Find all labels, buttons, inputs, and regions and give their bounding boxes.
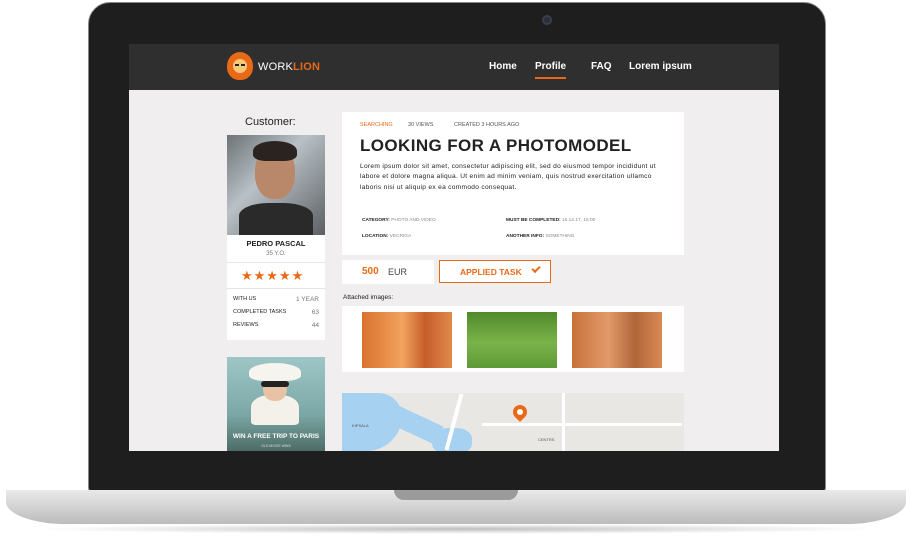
stat-label: COMPLETED TASKS (233, 309, 287, 315)
customer-heading: Customer: (245, 116, 296, 128)
category-value: PHOTO AND VIDEO (391, 218, 436, 223)
category-label: CATEGORY: (362, 218, 390, 223)
customer-profile-card: PEDRO PASCAL 35 Y.O. ★★★★★ WITH US 1 YEA… (227, 235, 325, 340)
stat-value: 1 YEAR (295, 296, 319, 303)
task-created: CREATED 3 HOURS AGO (454, 122, 520, 128)
info-value: SOMETHING (545, 234, 575, 239)
task-title: LOOKING FOR A PHOTOMODEL (360, 136, 632, 155)
stat-label: WITH US (233, 296, 257, 302)
task-location: LOCATION: VECRIGA (362, 234, 411, 239)
deadline-label: MUST BE COMPLETED: (506, 218, 561, 223)
price-amount: 500 (362, 266, 379, 277)
laptop-shadow (30, 524, 882, 534)
ad-subtitle: OLD MOVIE WINS (261, 444, 291, 448)
task-views: 30 VIEWS (408, 122, 434, 128)
info-label: ANOTHER INFO: (506, 234, 545, 239)
brand-accent: LION (293, 61, 321, 73)
map-pin-icon[interactable] (510, 402, 530, 422)
nav-lorem-ipsum[interactable]: Lorem ipsum (629, 61, 692, 72)
map-road (562, 393, 565, 451)
stat-completed-tasks: COMPLETED TASKS 63 (233, 309, 319, 316)
photo-shirt (239, 203, 313, 235)
applied-task-button[interactable]: APPLIED TASK (439, 260, 551, 283)
lion-eye (235, 64, 239, 66)
nav-profile[interactable]: Profile (535, 61, 567, 79)
attached-image-1[interactable] (362, 312, 452, 368)
attached-images-label: Attached images: (343, 294, 394, 301)
webcam-icon (542, 15, 552, 25)
map-label-west: KIPSALA (352, 423, 369, 428)
ad-sunglasses (261, 381, 289, 387)
brand-name[interactable]: WORKLION (258, 61, 320, 73)
stat-value: 63 (311, 309, 319, 316)
stat-reviews: REVIEWS 44 (233, 322, 319, 329)
task-card: SEARCHING 30 VIEWS CREATED 3 HOURS AGO L… (342, 112, 684, 255)
top-navbar: WORKLION Home Profile FAQ Lorem ipsum (129, 44, 779, 90)
location-map[interactable]: KIPSALA CENTRS (342, 393, 684, 451)
attached-image-2[interactable] (467, 312, 557, 368)
stat-with-us: WITH US 1 YEAR (233, 296, 319, 303)
attached-image-3[interactable] (572, 312, 662, 368)
website-screen: WORKLION Home Profile FAQ Lorem ipsum Cu… (129, 44, 779, 451)
checkmark-icon (531, 263, 541, 274)
task-deadline: MUST BE COMPLETED: 15.12.17, 15:00 (506, 218, 595, 223)
divider (227, 262, 325, 263)
location-value: VECRIGA (389, 234, 412, 239)
laptop-frame: WORKLION Home Profile FAQ Lorem ipsum Cu… (0, 0, 912, 551)
task-another-info: ANOTHER INFO: SOMETHING (506, 234, 575, 239)
customer-age: 35 Y.O. (266, 251, 286, 257)
lion-eye (241, 64, 245, 66)
map-label-centre: CENTRS (538, 437, 555, 442)
task-category: CATEGORY: PHOTO AND VIDEO (362, 218, 436, 223)
advertisement-banner[interactable]: WIN A FREE TRIP TO PARIS OLD MOVIE WINS (227, 357, 325, 451)
map-road (482, 423, 682, 426)
divider (227, 288, 325, 289)
ad-headscarf (249, 363, 301, 381)
laptop-notch (394, 490, 518, 500)
customer-name[interactable]: PEDRO PASCAL (227, 239, 325, 248)
nav-home[interactable]: Home (489, 61, 517, 72)
nav-faq[interactable]: FAQ (591, 61, 612, 72)
price-box: 500 EUR (342, 260, 434, 284)
photo-hair (253, 141, 297, 161)
task-description: Lorem ipsum dolor sit amet, consectetur … (360, 163, 656, 191)
applied-task-label: APPLIED TASK (460, 267, 522, 277)
customer-photo[interactable] (227, 135, 325, 235)
lion-face (233, 59, 247, 73)
task-status: SEARCHING (360, 122, 393, 128)
deadline-value: 15.12.17, 15:00 (561, 218, 596, 223)
stat-label: REVIEWS (233, 322, 259, 328)
brand-prefix: WORK (258, 61, 294, 73)
ad-title: WIN A FREE TRIP TO PARIS (232, 433, 320, 440)
price-currency: EUR (388, 267, 408, 277)
location-label: LOCATION: (362, 234, 389, 239)
attached-images-gallery (342, 306, 684, 372)
lion-logo-icon[interactable] (227, 52, 253, 80)
stat-value: 44 (311, 322, 319, 329)
rating-stars: ★★★★★ (241, 268, 305, 283)
